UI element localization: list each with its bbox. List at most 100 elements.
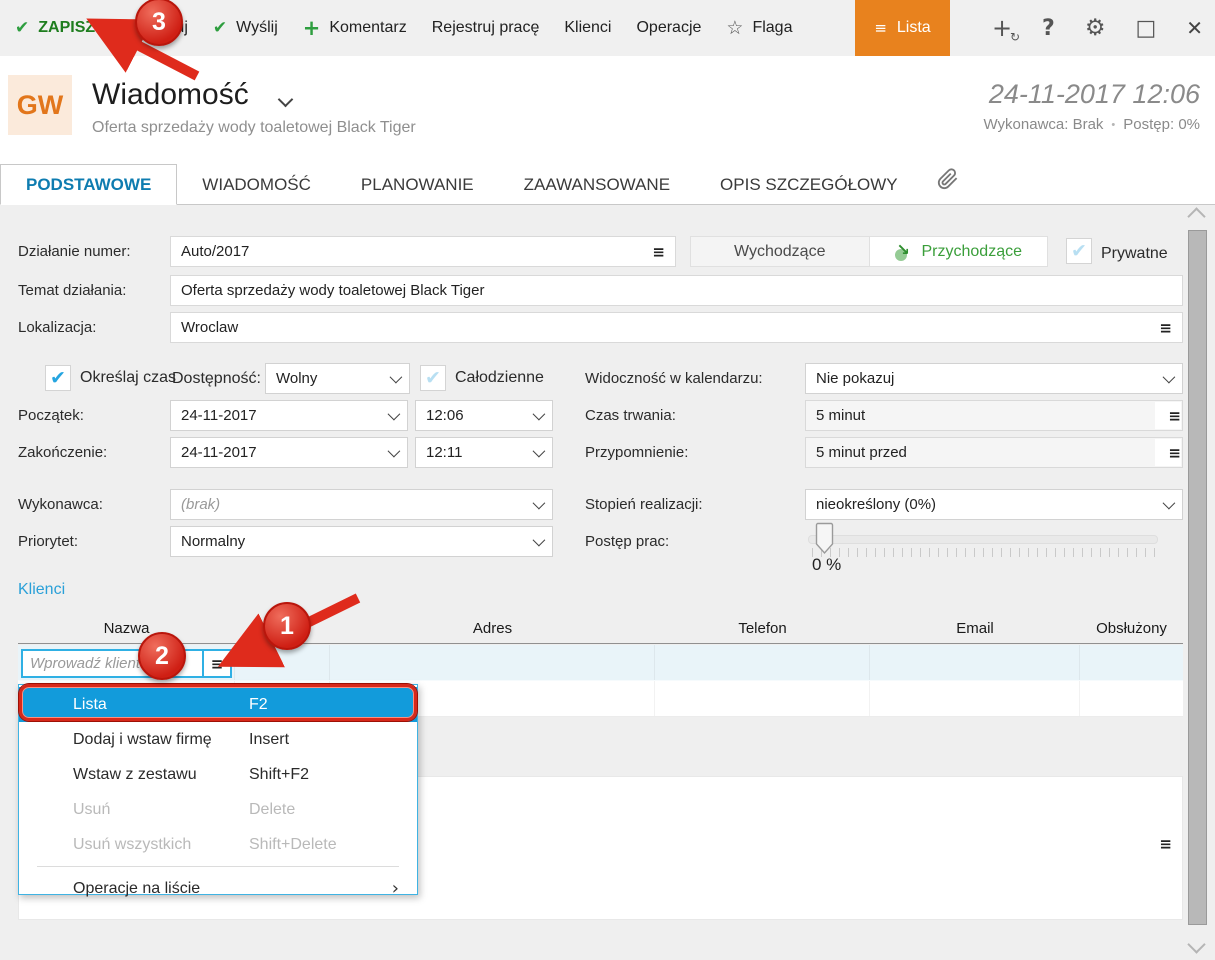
refresh-glyph: ↻ [1009,30,1021,44]
col-header-telefon[interactable]: Telefon [655,614,870,643]
register-work-label: Rejestruj pracę [431,19,540,36]
all-day-label: Całodzienne [455,369,544,386]
add-window-icon[interactable]: + ↻ [992,14,1020,44]
tab-opis-szczegolowy[interactable]: OPIS SZCZEGÓŁOWY [695,165,923,204]
all-day-checkbox[interactable]: ✔ [420,365,446,391]
executor-meta: Wykonawca: Brak [983,116,1104,133]
activity-number-label: Działanie numer: [18,243,131,260]
operations-button[interactable]: Operacje [636,19,701,37]
avatar: GW [8,75,72,135]
submenu-arrow-icon: › [391,878,399,899]
subject-label: Temat działania: [18,282,127,299]
activity-number-value: Auto/2017 [181,243,250,260]
chevron-down-icon[interactable] [277,91,294,108]
private-label: Prywatne [1101,245,1168,262]
col-header-email[interactable]: Email [870,614,1080,643]
star-icon: ☆ [726,17,744,39]
menu-item-label: Operacje na liście [73,879,201,897]
application-window: ✔ ZAPISZ ✕ Anuluj ✔ Wyślij + Komentarz R… [0,0,1215,960]
help-icon[interactable]: ? [1042,16,1055,41]
start-date-select[interactable]: 24-11-2017 [170,400,408,431]
progress-meta: Postęp: 0% [1123,116,1200,133]
tab-podstawowe[interactable]: PODSTAWOWE [0,164,178,205]
table-row[interactable]: ≡ [18,645,1183,681]
menu-item-shortcut: Insert [249,730,290,748]
priority-label: Priorytet: [18,533,79,550]
executor-select[interactable]: (brak) [170,489,553,520]
save-label: ZAPISZ [38,19,96,36]
end-date-value: 24-11-2017 [181,444,257,461]
executor-label: Wykonawca: [18,496,103,513]
tab-wiadomosc[interactable]: WIADOMOŚĆ [177,165,336,204]
menu-item-label: Usuń wszystkich [73,835,192,853]
clients-button[interactable]: Klienci [564,19,611,37]
close-icon[interactable]: ✕ [1186,16,1203,40]
end-date-select[interactable]: 24-11-2017 [170,437,408,468]
maximize-icon[interactable]: □ [1135,16,1156,41]
menu-item-dodaj-i-wstaw-firme[interactable]: Dodaj i wstaw firmę Insert [19,722,417,757]
col-header-nazwa[interactable]: Nazwa [18,614,235,643]
duration-field[interactable]: 5 minut ≡ [805,400,1183,431]
start-time-select[interactable]: 12:06 [415,400,553,431]
annotation-badge-2: 2 [138,632,186,680]
incoming-arrow-icon: ↘ [894,239,910,261]
scrollbar-thumb[interactable] [1188,230,1207,925]
availability-label: Dostępność: [172,370,261,387]
client-lookup-button[interactable]: ≡ [202,651,230,676]
executor-value: (brak) [181,496,221,513]
bullet-separator: • [1111,118,1116,131]
availability-select[interactable]: Wolny [265,363,410,394]
tab-planowanie[interactable]: PLANOWANIE [336,165,499,204]
location-input[interactable]: Wroclaw ≡ [170,312,1183,343]
hamburger-icon[interactable]: ≡ [1159,319,1172,337]
send-button[interactable]: ✔ Wyślij [213,18,278,38]
reminder-field[interactable]: 5 minut przed ≡ [805,437,1183,468]
save-button[interactable]: ✔ ZAPISZ [15,18,95,38]
col-header-obsluzony[interactable]: Obsłużony [1080,614,1183,643]
scroll-down-icon[interactable] [1187,935,1206,954]
activity-number-input[interactable]: Auto/2017 ≡ [170,236,676,267]
calendar-visibility-label: Widoczność w kalendarzu: [585,370,763,387]
progress-slider-track[interactable] [808,535,1158,544]
work-progress-label: Postęp prac: [585,533,670,550]
specify-time-label: Określaj czas [80,369,177,386]
calendar-visibility-select[interactable]: Nie pokazuj [805,363,1183,394]
private-checkbox[interactable]: ✔ [1066,238,1092,264]
outgoing-button[interactable]: Wychodzące [691,237,870,266]
check-icon: ✔ [212,18,228,38]
settings-gear-icon[interactable]: ⚙ [1085,15,1106,41]
specify-time-checkbox[interactable]: ✔ [45,365,71,391]
col-header-adres[interactable]: Adres [330,614,655,643]
menu-item-wstaw-z-zestawu[interactable]: Wstaw z zestawu Shift+F2 [19,757,417,792]
hamburger-icon[interactable]: ≡ [1159,835,1172,853]
completion-stage-select[interactable]: nieokreślony (0%) [805,489,1183,520]
scroll-up-icon[interactable] [1187,207,1206,226]
flag-button[interactable]: ☆ Flaga [726,17,792,39]
completion-stage-value: nieokreślony (0%) [816,496,937,513]
duration-label: Czas trwania: [585,407,676,424]
end-time-select[interactable]: 12:11 [415,437,553,468]
check-glyph: ✔ [425,367,441,389]
plus-icon: + [302,16,321,40]
priority-select[interactable]: Normalny [170,526,553,557]
record-subtitle: Oferta sprzedaży wody toaletowej Black T… [92,119,416,136]
menu-item-operacje-na-liscie[interactable]: Operacje na liście › [19,871,417,906]
progress-slider-thumb[interactable] [815,522,835,561]
paperclip-icon[interactable] [937,167,959,196]
lista-button[interactable]: ≡ Lista [855,0,950,56]
location-value: Wroclaw [181,319,239,336]
incoming-button[interactable]: ↘ Przychodzące [869,237,1047,266]
hamburger-icon[interactable]: ≡ [1168,444,1181,462]
tab-zaawansowane[interactable]: ZAAWANSOWANE [499,165,695,204]
menu-icon: ≡ [874,19,887,37]
hamburger-icon[interactable]: ≡ [1168,407,1181,425]
hamburger-icon[interactable]: ≡ [652,243,665,261]
duration-value: 5 minut [816,407,866,424]
check-icon: ✔ [15,18,30,38]
subject-input[interactable]: Oferta sprzedaży wody toaletowej Black T… [170,275,1183,306]
direction-toggle: Wychodzące ↘ Przychodzące [690,236,1048,267]
register-work-button[interactable]: Rejestruj pracę [432,19,540,37]
completion-stage-label: Stopień realizacji: [585,496,703,513]
comment-button[interactable]: + Komentarz [303,16,407,40]
subject-value: Oferta sprzedaży wody toaletowej Black T… [181,282,485,299]
